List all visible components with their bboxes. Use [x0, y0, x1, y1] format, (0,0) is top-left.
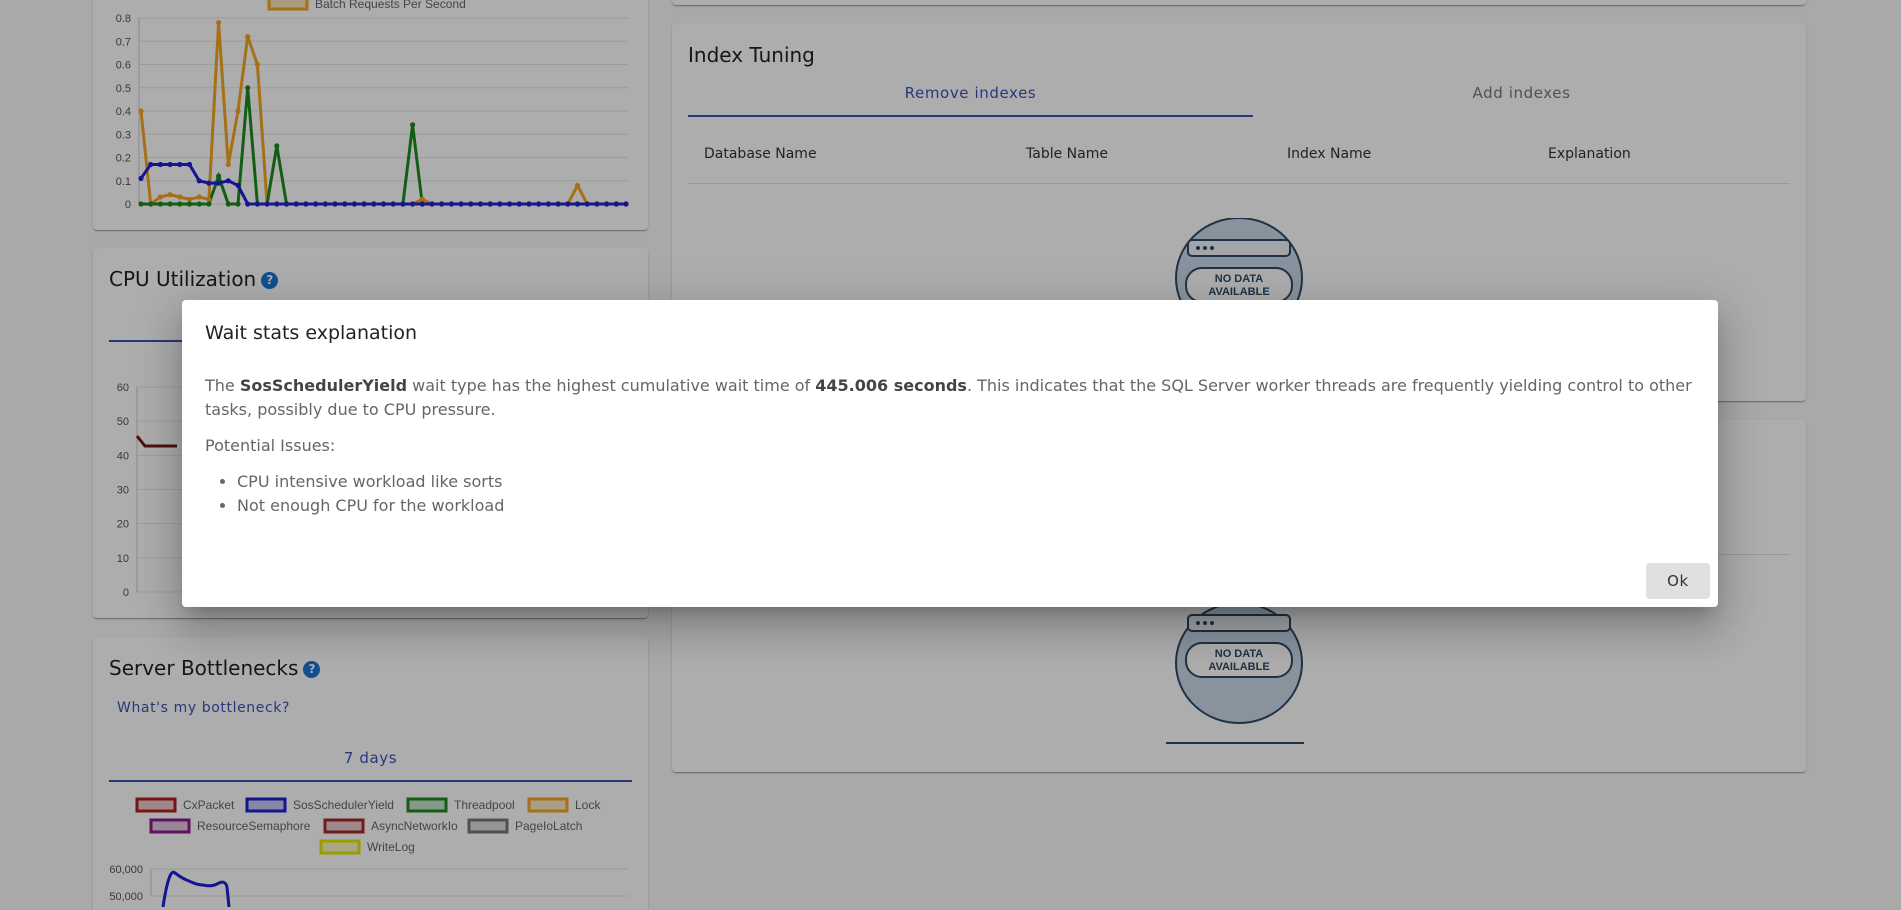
dialog-explanation: The SosSchedulerYield wait type has the …: [205, 376, 1692, 419]
issues-list: CPU intensive workload like sorts Not en…: [237, 470, 1695, 518]
dialog-title: Wait stats explanation: [205, 322, 418, 344]
wait-stats-dialog: Wait stats explanation The SosSchedulerY…: [182, 300, 1718, 607]
wait-time-value: 445.006 seconds: [815, 376, 967, 395]
dialog-content: The SosSchedulerYield wait type has the …: [205, 374, 1695, 518]
list-item: CPU intensive workload like sorts: [237, 470, 1695, 494]
ok-button[interactable]: Ok: [1646, 563, 1710, 599]
wait-type-name: SosSchedulerYield: [239, 376, 408, 395]
potential-issues-label: Potential Issues:: [205, 436, 336, 455]
list-item: Not enough CPU for the workload: [237, 494, 1695, 518]
